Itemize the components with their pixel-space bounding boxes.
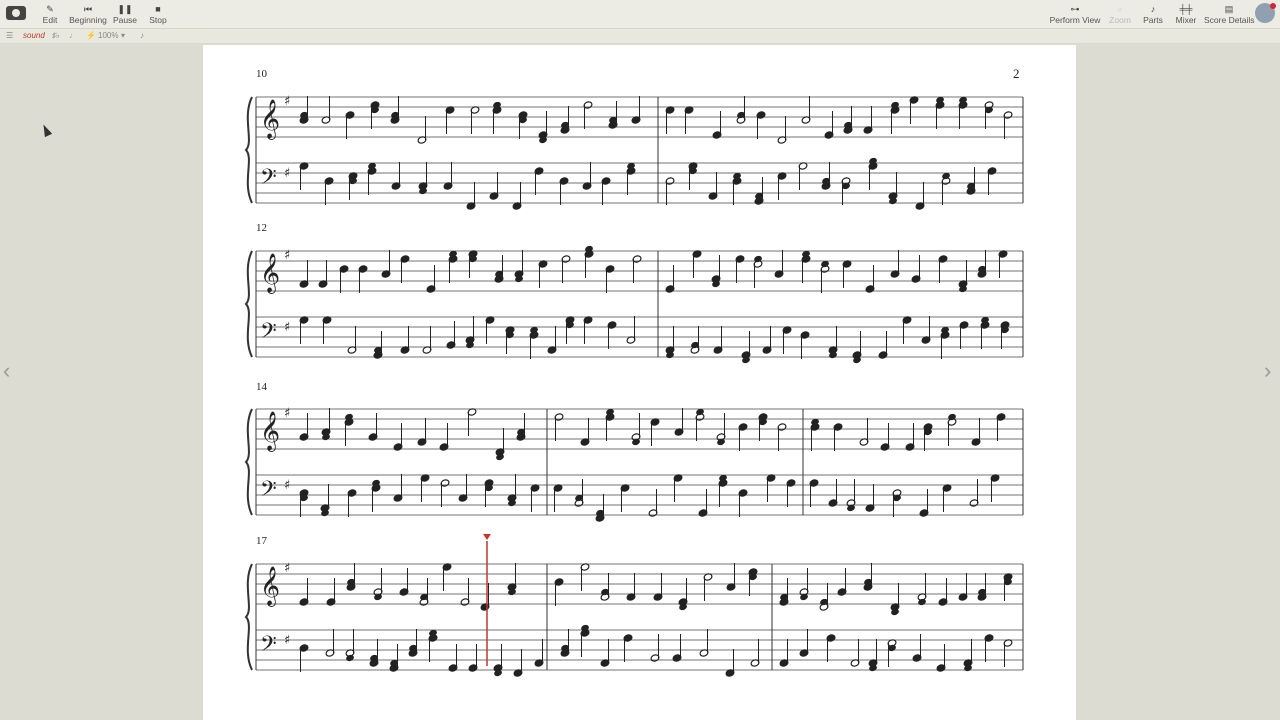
- bass-clef-icon: 𝄢: [260, 477, 277, 507]
- tempo-icon[interactable]: ♩: [69, 30, 77, 42]
- bass-clef-icon: 𝄢: [260, 319, 277, 349]
- bass-clef-icon: 𝄢: [260, 165, 277, 195]
- mixer-button[interactable]: ╪╪ Mixer: [1173, 3, 1199, 25]
- zoom-button[interactable]: ⌕ Zoom: [1108, 3, 1132, 25]
- mouse-cursor-icon: [39, 122, 53, 138]
- parts-button[interactable]: ♪ Parts: [1141, 3, 1165, 25]
- treble-clef-icon: 𝄞: [260, 411, 280, 452]
- sound-toggle[interactable]: sound: [23, 30, 45, 42]
- score-details-label: Score Details: [1204, 15, 1255, 25]
- stop-icon: ■: [155, 4, 161, 14]
- edit-label: Edit: [42, 15, 58, 25]
- speed-icon[interactable]: ⚡: [86, 30, 96, 42]
- pause-icon: ❚❚: [117, 4, 133, 14]
- brace: [244, 250, 253, 358]
- treble-clef-icon: 𝄞: [260, 253, 280, 294]
- stop-label: Stop: [149, 15, 167, 25]
- previous-page-arrow-icon[interactable]: ‹: [3, 360, 10, 382]
- document-icon: ▤: [1224, 4, 1234, 14]
- sliders-icon: ╪╪: [1179, 4, 1193, 14]
- brace: [244, 96, 253, 204]
- sheet-music: 𝄞 𝄢 ♯ ♯ 𝄞 𝄢 ♯ ♯ 𝄞 𝄢 ♯ ♯ 𝄞 𝄢 ♯ ♯: [244, 94, 1024, 677]
- tuning-icon[interactable]: ♯♭: [52, 30, 60, 42]
- zoom-level[interactable]: 100%: [98, 30, 118, 42]
- playback-cursor-marker-icon: [483, 534, 491, 540]
- menu-icon[interactable]: ☰: [6, 30, 13, 42]
- key-signature-sharp: ♯: [284, 248, 290, 263]
- notification-badge: [1270, 3, 1276, 9]
- playback-subbar: ☰ sound ♯♭ ♩ ⚡ 100% ▾ ♪: [0, 29, 1280, 44]
- score-details-button[interactable]: ▤ Score Details: [1204, 3, 1255, 25]
- edit-button[interactable]: ✎ Edit: [40, 3, 60, 25]
- brace: [244, 408, 253, 516]
- note-icon[interactable]: ♪: [140, 30, 144, 42]
- perform-view-label: Perform View: [1049, 15, 1101, 25]
- key-signature-sharp: ♯: [284, 478, 290, 493]
- app-logo-icon[interactable]: [6, 6, 26, 20]
- skip-back-icon: ⏮: [83, 4, 93, 14]
- key-signature-sharp: ♯: [284, 633, 290, 648]
- perform-view-button[interactable]: ⊶ Perform View: [1048, 3, 1102, 25]
- beginning-button[interactable]: ⏮ Beginning: [68, 3, 108, 25]
- treble-clef-icon: 𝄞: [260, 566, 280, 607]
- beginning-label: Beginning: [69, 15, 107, 25]
- next-page-arrow-icon[interactable]: ›: [1264, 360, 1271, 382]
- key-signature-sharp: ♯: [284, 94, 290, 109]
- key-signature-sharp: ♯: [284, 561, 290, 576]
- trumpet-icon: ⊶: [1070, 4, 1080, 14]
- zoom-dropdown-icon[interactable]: ▾: [121, 30, 125, 42]
- top-toolbar: ✎ Edit ⏮ Beginning ❚❚ Pause ■ Stop ⊶ Per…: [0, 0, 1280, 29]
- brace: [244, 563, 253, 671]
- key-signature-sharp: ♯: [284, 320, 290, 335]
- treble-clef-icon: 𝄞: [260, 99, 280, 140]
- magnifier-icon: ⌕: [1117, 4, 1123, 14]
- guitar-icon: ♪: [1150, 4, 1156, 14]
- mixer-label: Mixer: [1175, 15, 1197, 25]
- zoom-label: Zoom: [1109, 15, 1131, 25]
- key-signature-sharp: ♯: [284, 166, 290, 181]
- key-signature-sharp: ♯: [284, 406, 290, 421]
- score-page[interactable]: 2 10 12 14 17 𝄞 𝄢 ♯ ♯ 𝄞 𝄢 ♯ ♯ 𝄞 𝄢 ♯ ♯ 𝄞 𝄢 ♯ ♯: [203, 45, 1076, 720]
- pencil-icon: ✎: [46, 4, 54, 14]
- bass-clef-icon: 𝄢: [260, 632, 277, 662]
- pause-label: Pause: [112, 15, 138, 25]
- pause-button[interactable]: ❚❚ Pause: [112, 3, 138, 25]
- stop-button[interactable]: ■ Stop: [147, 3, 169, 25]
- parts-label: Parts: [1143, 15, 1163, 25]
